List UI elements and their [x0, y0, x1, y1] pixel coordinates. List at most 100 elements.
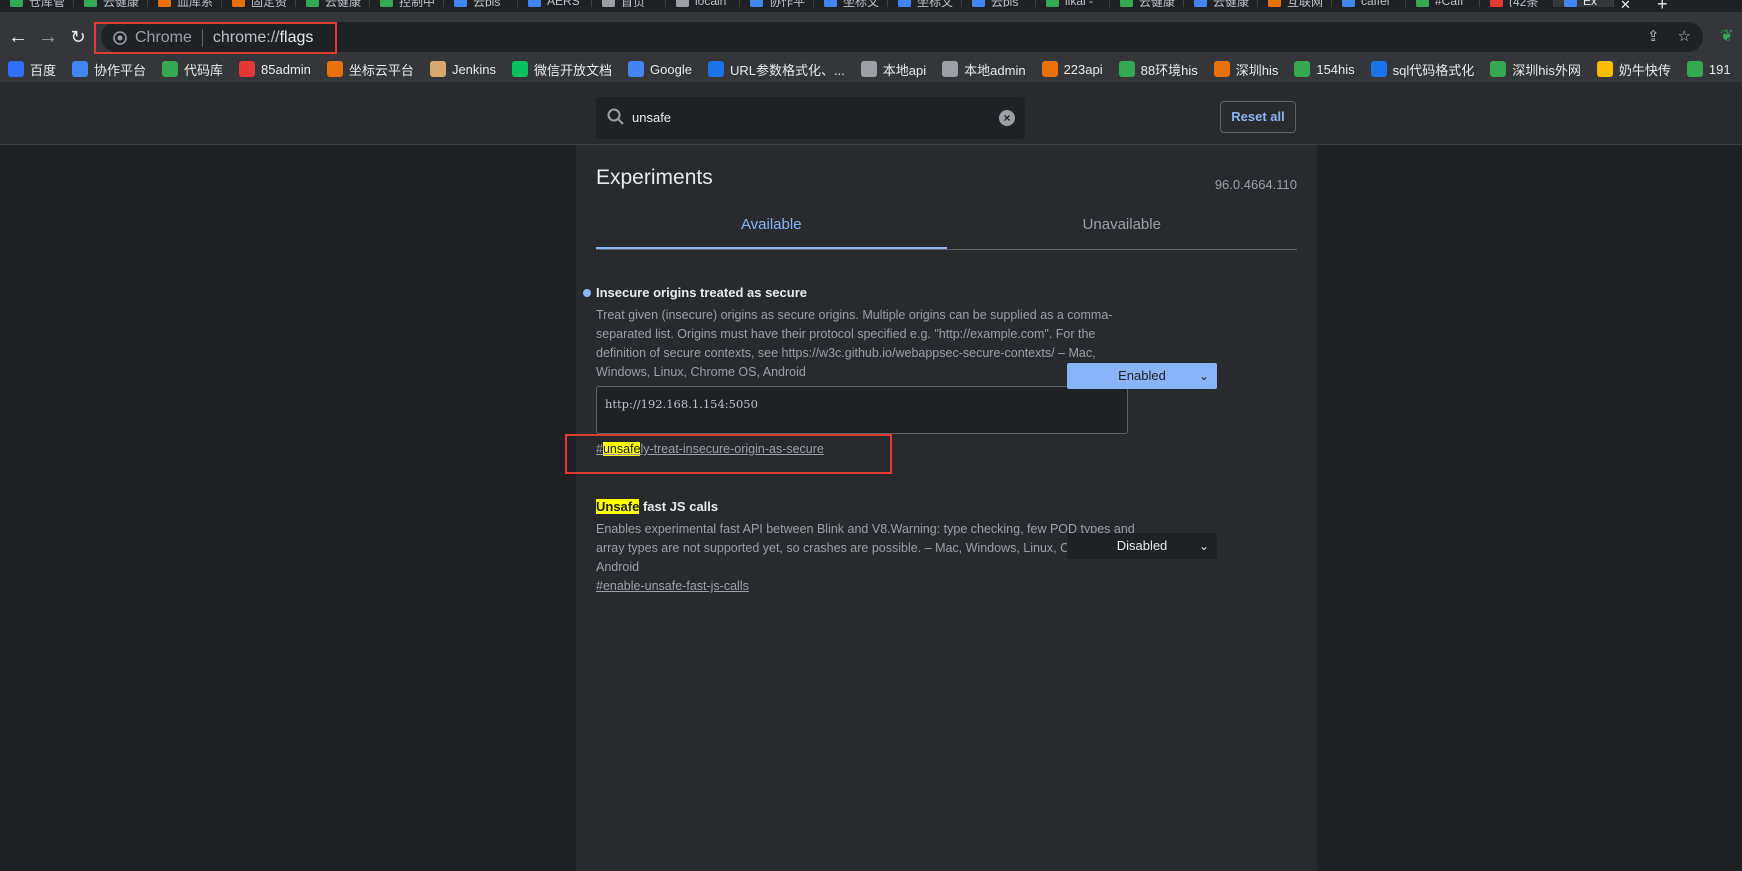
bookmark-item[interactable]: 本地api	[860, 60, 927, 79]
bookmark-item[interactable]: 坐标云平台	[326, 60, 414, 79]
browser-tab[interactable]: 云健康	[1110, 0, 1184, 7]
bookmark-label: 223api	[1063, 61, 1103, 77]
reload-icon[interactable]: ↻	[64, 23, 92, 51]
browser-tab[interactable]: 坐标文	[888, 0, 962, 7]
browser-tab[interactable]: Ex	[1554, 0, 1614, 7]
address-bar[interactable]: Chrome chrome://flags ⇪ ☆	[101, 22, 1703, 52]
bookmark-label: 坐标云平台	[348, 62, 414, 78]
browser-tab[interactable]: 固定资	[222, 0, 296, 7]
bookmark-item[interactable]: 代码库	[162, 60, 223, 79]
bookmark-label: 协作平台	[94, 62, 147, 78]
browser-tab[interactable]: #Caff	[1406, 0, 1480, 7]
tab-label: 血库系	[177, 0, 214, 7]
bookmark-item[interactable]: URL参数格式化、...	[707, 60, 845, 79]
bookmark-star-icon[interactable]: ☆	[1678, 27, 1691, 45]
search-input[interactable]: unsafe ×	[596, 97, 1025, 139]
bookmark-item[interactable]: Google	[628, 61, 692, 77]
tab-favicon-icon	[84, 0, 97, 7]
tab-unavailable[interactable]: Unavailable	[947, 205, 1298, 249]
browser-tab[interactable]: 仓库管	[0, 0, 74, 7]
bookmark-favicon-icon	[860, 61, 877, 77]
tab-favicon-icon	[1046, 0, 1059, 7]
tab-favicon-icon	[158, 0, 171, 7]
search-query: unsafe	[632, 110, 672, 125]
bookmark-label: 191	[1708, 61, 1731, 77]
origins-textarea[interactable]: http://192.168.1.154:5050	[596, 386, 1128, 434]
tab-favicon-icon	[1490, 0, 1503, 7]
bookmark-item[interactable]: 深圳his外网	[1490, 60, 1581, 79]
browser-tab[interactable]: 云健康	[296, 0, 370, 7]
tab-favicon-icon	[898, 0, 911, 7]
browser-tab[interactable]: 协作平	[740, 0, 814, 7]
bookmark-favicon-icon	[72, 61, 89, 77]
annotation-box-link	[565, 434, 892, 474]
bookmark-favicon-icon	[942, 61, 959, 77]
browser-tab[interactable]: AERS	[518, 0, 592, 7]
browser-tab[interactable]: 云健康	[74, 0, 148, 7]
reset-all-button[interactable]: Reset all	[1220, 101, 1296, 133]
tab-favicon-icon	[1564, 0, 1577, 7]
title-highlight: Unsafe	[596, 499, 640, 514]
tab-label: 坐标文	[917, 0, 954, 7]
back-arrow-icon[interactable]: ←	[4, 23, 32, 51]
forward-arrow-icon[interactable]: →	[34, 23, 62, 51]
bookmark-item[interactable]: 85admin	[239, 61, 311, 77]
bookmark-label: 本地admin	[964, 62, 1026, 78]
tab-label: 坐标文	[843, 0, 880, 7]
browser-tab[interactable]: caffei	[1332, 0, 1406, 7]
browser-tab[interactable]: 云pis	[444, 0, 518, 7]
browser-tab[interactable]: 控制中	[370, 0, 444, 7]
bookmark-item[interactable]: 191	[1686, 61, 1731, 77]
tab-favicon-icon	[528, 0, 541, 7]
browser-tab[interactable]: 互联网	[1258, 0, 1332, 7]
bookmark-favicon-icon	[162, 61, 179, 77]
flag-permalink[interactable]: #enable-unsafe-fast-js-calls	[596, 579, 749, 593]
bookmark-label: 深圳his	[1235, 62, 1279, 78]
bookmark-label: 本地api	[882, 62, 927, 78]
bookmark-favicon-icon	[1294, 61, 1311, 77]
tab-label: 首页	[621, 0, 646, 7]
bookmark-label: 微信开放文档	[534, 62, 613, 78]
browser-tab[interactable]: 云pis	[962, 0, 1036, 7]
bookmark-item[interactable]: 深圳his	[1213, 60, 1279, 79]
bookmark-item[interactable]: 88环境his	[1118, 60, 1198, 79]
chevron-down-icon: ⌄	[1198, 369, 1209, 383]
browser-tab[interactable]: (42条	[1480, 0, 1554, 7]
browser-tab[interactable]: 首页	[592, 0, 666, 7]
bookmark-item[interactable]: 百度	[8, 60, 56, 79]
bookmark-favicon-icon	[512, 61, 529, 77]
browser-tab[interactable]: 坐标文	[814, 0, 888, 7]
flag-title: Unsafe fast JS calls	[596, 499, 1297, 514]
browser-tab[interactable]: localh	[666, 0, 740, 7]
bookmark-favicon-icon	[1490, 61, 1507, 77]
flag-unsafe-fast-js-calls: Unsafe fast JS calls Enables experimenta…	[596, 499, 1297, 595]
bookmark-item[interactable]: 223api	[1041, 61, 1103, 77]
browser-tab[interactable]: 云健康	[1184, 0, 1258, 7]
tab-available[interactable]: Available	[596, 205, 947, 249]
flag-title: Insecure origins treated as secure	[596, 285, 807, 300]
bookmark-item[interactable]: 微信开放文档	[512, 60, 612, 79]
bookmark-item[interactable]: 协作平台	[72, 60, 146, 79]
share-icon[interactable]: ⇪	[1647, 27, 1660, 45]
bookmark-favicon-icon	[8, 61, 24, 77]
experiments-panel: Experiments 96.0.4664.110 Available Unav…	[576, 145, 1317, 871]
browser-tab[interactable]: 血库系	[148, 0, 222, 7]
bookmark-item[interactable]: sql代码格式化	[1370, 60, 1474, 79]
tab-favicon-icon	[602, 0, 615, 7]
version-label: 96.0.4664.110	[1214, 177, 1297, 192]
flag-state-select[interactable]: Disabled ⌄	[1067, 533, 1217, 559]
bookmark-favicon-icon	[239, 61, 256, 77]
bookmark-item[interactable]: 本地admin	[942, 60, 1026, 79]
clear-search-icon[interactable]: ×	[999, 110, 1015, 126]
search-icon	[607, 108, 624, 125]
bookmark-item[interactable]: 奶牛快传	[1596, 60, 1671, 79]
flag-state-select[interactable]: Enabled ⌄	[1067, 363, 1217, 389]
search-header: unsafe × Reset all	[0, 82, 1742, 145]
tab-favicon-icon	[380, 0, 393, 7]
bookmark-item[interactable]: Jenkins	[429, 61, 496, 77]
flag-description: Enables experimental fast API between Bl…	[596, 522, 1135, 574]
bookmark-item[interactable]: 154his	[1294, 61, 1355, 77]
browser-tab[interactable]: likai -	[1036, 0, 1110, 7]
bookmark-favicon-icon	[1118, 61, 1135, 77]
extension-icon[interactable]: ❦	[1720, 26, 1738, 48]
